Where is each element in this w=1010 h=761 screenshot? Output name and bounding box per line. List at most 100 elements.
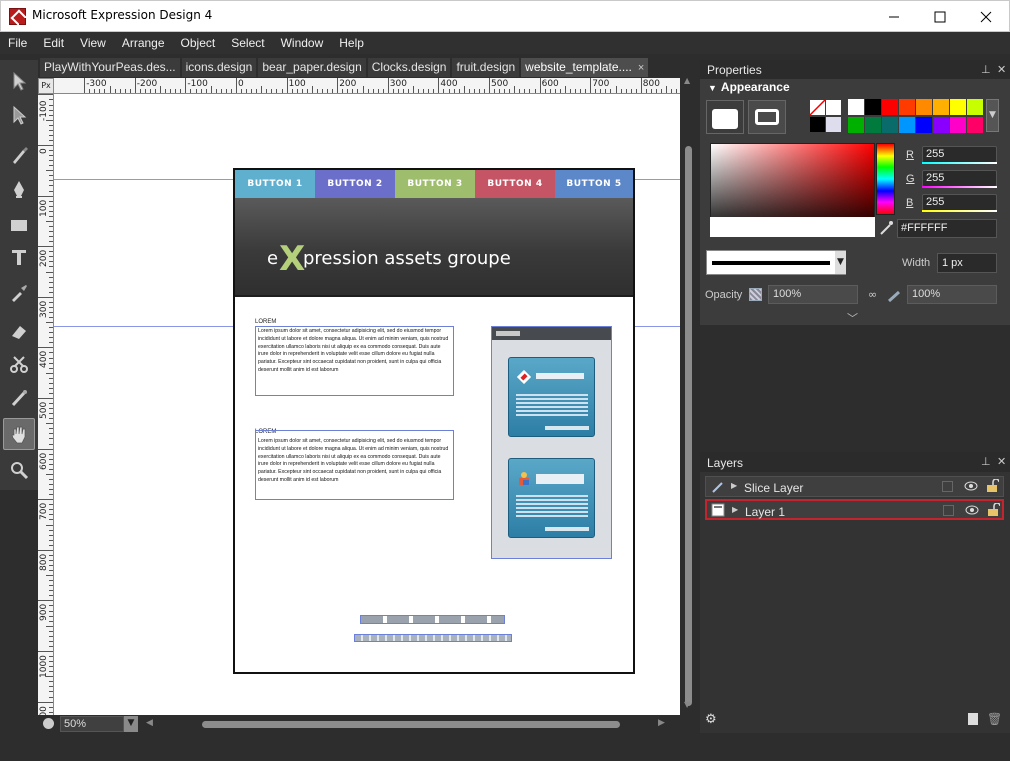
sidebar-card-2[interactable] (508, 458, 595, 538)
nav-button-3[interactable]: BUTTON 3 (395, 170, 475, 198)
menu-arrange[interactable]: Arrange (114, 32, 173, 54)
section-2-text[interactable]: Lorem ipsum dolor sit amet, consectetur … (255, 430, 454, 500)
color-swatch[interactable] (967, 99, 983, 115)
website-sidebar[interactable] (491, 326, 612, 559)
selection-tool-icon[interactable] (3, 65, 35, 97)
vertical-scrollbar[interactable]: ▲ ▼ (680, 60, 698, 715)
direct-selection-tool-icon[interactable] (3, 99, 35, 131)
stroke-width-input[interactable]: 1 px (937, 253, 997, 273)
color-swatch[interactable] (882, 99, 898, 115)
minimize-icon[interactable] (871, 1, 917, 32)
stroke-opacity-input[interactable]: 100% (907, 285, 997, 304)
menu-window[interactable]: Window (273, 32, 332, 54)
paintbrush-tool-icon[interactable] (3, 139, 35, 171)
menu-help[interactable]: Help (331, 32, 372, 54)
tab-playwithyourpeas[interactable]: PlayWithYourPeas.des... (40, 58, 180, 77)
nav-button-1[interactable]: BUTTON 1 (235, 170, 315, 198)
hex-color-input[interactable]: #FFFFFF (897, 219, 997, 238)
green-input[interactable]: 255 (922, 170, 997, 187)
color-swatch[interactable] (865, 99, 881, 115)
footer-links-placeholder[interactable] (360, 615, 505, 624)
layer-row-layer-1[interactable]: ▶ Layer 1 (705, 499, 1004, 520)
color-swatch[interactable] (967, 117, 983, 133)
link-icon[interactable]: ∞ (868, 288, 877, 301)
green-slider[interactable] (922, 186, 997, 188)
color-swatches[interactable] (848, 99, 986, 135)
menu-file[interactable]: File (0, 32, 35, 54)
panel-close-icon[interactable]: ✕ (997, 63, 1006, 76)
tab-fruit[interactable]: fruit.design (452, 58, 520, 77)
hand-tool-icon[interactable] (3, 418, 35, 450)
color-swatch[interactable] (933, 117, 949, 133)
zoom-tool-icon[interactable] (3, 454, 35, 486)
eyedropper-tool-icon[interactable] (3, 276, 35, 308)
menu-view[interactable]: View (72, 32, 114, 54)
expand-chevron-icon[interactable]: ﹀ (847, 310, 858, 326)
zoom-input[interactable]: 50% (60, 716, 124, 732)
eye-icon[interactable] (964, 480, 978, 492)
nav-button-2[interactable]: BUTTON 2 (315, 170, 395, 198)
color-swatch[interactable] (865, 117, 881, 133)
panel-close-icon[interactable]: ✕ (997, 455, 1006, 468)
pin-icon[interactable]: ⊥ (981, 455, 991, 468)
scroll-down-arrow-icon[interactable]: ▼ (684, 700, 690, 709)
scroll-left-arrow-icon[interactable]: ◀ (146, 718, 153, 728)
text-tool-icon[interactable] (3, 241, 35, 273)
stroke-selector[interactable] (748, 100, 786, 134)
fill-opacity-input[interactable]: 100% (768, 285, 858, 304)
tab-icons[interactable]: icons.design (181, 58, 257, 77)
swatches-dropdown-icon[interactable]: ▼ (986, 99, 999, 132)
blue-slider[interactable] (922, 210, 997, 212)
horizontal-scroll-thumb[interactable] (202, 721, 620, 728)
stroke-style-dropdown[interactable]: ▼ (706, 250, 846, 275)
appearance-section-header[interactable]: ▼ Appearance (708, 80, 790, 94)
layer-row-slice[interactable]: ▶ Slice Layer (705, 476, 1004, 497)
expand-arrow-icon[interactable]: ▶ (732, 505, 738, 514)
color-swatch[interactable] (882, 117, 898, 133)
zoom-dropdown-icon[interactable]: ▼ (124, 716, 138, 732)
gear-icon[interactable]: ⚙ (705, 712, 717, 727)
eyedropper-icon[interactable] (878, 220, 894, 236)
menu-edit[interactable]: Edit (35, 32, 72, 54)
unlock-icon[interactable] (985, 479, 999, 493)
red-input[interactable]: 255 (922, 146, 997, 163)
unlock-icon[interactable] (986, 503, 1000, 517)
tab-clocks[interactable]: Clocks.design (367, 58, 451, 77)
color-swatch[interactable] (933, 99, 949, 115)
menu-select[interactable]: Select (223, 32, 272, 54)
trash-icon[interactable]: 🗑 (987, 712, 1002, 726)
expand-arrow-icon[interactable]: ▶ (731, 481, 737, 490)
color-swatch[interactable] (899, 99, 915, 115)
tab-bear-paper[interactable]: bear_paper.design (258, 58, 366, 77)
section-1-text[interactable]: Lorem ipsum dolor sit amet, consectetur … (255, 326, 454, 396)
fill-selector[interactable] (706, 100, 744, 134)
layer-select-box[interactable] (943, 505, 954, 516)
color-swatch[interactable] (916, 99, 932, 115)
color-swatch[interactable] (950, 99, 966, 115)
tab-website-template[interactable]: website_template.... × (521, 58, 649, 77)
new-layer-icon[interactable] (968, 713, 978, 725)
eye-icon[interactable] (965, 504, 979, 516)
footer-copyright-placeholder[interactable] (354, 634, 512, 642)
color-swatch[interactable] (848, 117, 864, 133)
no-color-swatches[interactable] (809, 99, 842, 134)
eraser-tool-icon[interactable] (3, 315, 35, 347)
color-swatch[interactable] (916, 117, 932, 133)
vertical-scroll-thumb[interactable] (685, 146, 692, 706)
scroll-up-arrow-icon[interactable]: ▲ (684, 76, 690, 85)
pick-tool-icon[interactable] (3, 382, 35, 414)
artboard[interactable]: BUTTON 1 BUTTON 2 BUTTON 3 BUTTON 4 BUTT… (233, 168, 635, 674)
tab-close-icon[interactable]: × (638, 62, 644, 74)
zoom-reset-icon[interactable] (43, 718, 54, 729)
rectangle-tool-icon[interactable] (3, 209, 35, 241)
pen-tool-icon[interactable] (3, 173, 35, 205)
maximize-icon[interactable] (917, 1, 963, 32)
color-swatch[interactable] (848, 99, 864, 115)
color-swatch[interactable] (950, 117, 966, 133)
pin-icon[interactable]: ⊥ (981, 63, 991, 76)
blue-input[interactable]: 255 (922, 194, 997, 211)
chevron-down-icon[interactable]: ▼ (835, 251, 846, 274)
scroll-right-arrow-icon[interactable]: ▶ (658, 718, 665, 728)
canvas[interactable]: BUTTON 1 BUTTON 2 BUTTON 3 BUTTON 4 BUTT… (54, 94, 680, 715)
sidebar-card-1[interactable] (508, 357, 595, 437)
